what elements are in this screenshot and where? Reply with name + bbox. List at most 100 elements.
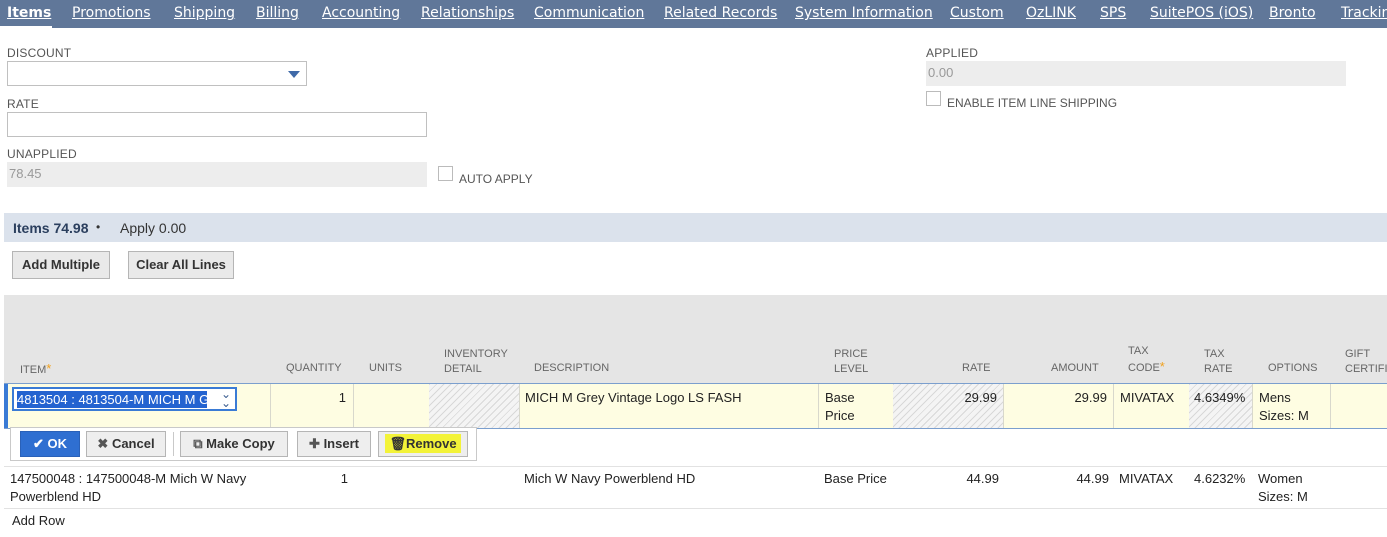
row-tax-code: MIVATAX <box>1119 471 1174 486</box>
col-description-header: DESCRIPTION <box>534 362 610 374</box>
col-item-text: ITEM <box>20 364 47 376</box>
tab-promotions[interactable]: Promotions <box>72 5 151 21</box>
col-amount-header: AMOUNT <box>1051 362 1099 374</box>
row-item-line1: 147500048 : 147500048-M Mich W Navy <box>10 471 247 486</box>
add-row[interactable]: Add Row <box>4 508 1387 537</box>
table-row[interactable]: 147500048 : 147500048-M Mich W Navy Power… <box>4 466 1387 509</box>
auto-apply-checkbox[interactable] <box>438 166 453 181</box>
ok-button[interactable]: ✔ OK <box>20 431 80 457</box>
make-copy-button[interactable]: ⧉ Make Copy <box>180 431 288 457</box>
clear-all-lines-button[interactable]: Clear All Lines <box>128 251 234 279</box>
tab-custom[interactable]: Custom <box>950 5 1004 21</box>
col-price-level-header: PRICE LEVEL <box>834 347 868 377</box>
col-divider <box>1113 384 1114 428</box>
insert-button[interactable]: ✚ Insert <box>297 431 371 457</box>
col-price-line1: PRICE <box>834 348 868 360</box>
col-divider <box>1003 384 1004 428</box>
edit-options-line2: Sizes: M <box>1259 408 1309 423</box>
enable-item-line-shipping-label: ENABLE ITEM LINE SHIPPING <box>947 96 1118 110</box>
edit-description[interactable]: MICH M Grey Vintage Logo LS FASH <box>525 389 742 407</box>
edit-tax-rate[interactable]: 4.6349% <box>1194 389 1245 407</box>
remove-label: Remove <box>405 436 457 451</box>
tab-items[interactable]: Items <box>7 5 51 21</box>
active-tab-indicator <box>0 26 52 28</box>
applied-label: APPLIED <box>926 46 979 60</box>
col-units-header: UNITS <box>369 362 402 374</box>
row-description: Mich W Navy Powerblend HD <box>524 471 696 486</box>
ok-label: OK <box>47 436 68 451</box>
x-icon: ✖ <box>97 436 109 451</box>
col-gift-line1: GIFT <box>1345 348 1371 360</box>
cancel-label: Cancel <box>111 436 155 451</box>
discount-label: DISCOUNT <box>7 46 72 60</box>
enable-item-line-shipping-checkbox[interactable] <box>926 91 941 106</box>
add-multiple-button[interactable]: Add Multiple <box>12 251 110 279</box>
discount-select[interactable] <box>7 61 307 86</box>
col-taxcode-line2: CODE <box>1128 362 1160 374</box>
edit-quantity[interactable]: 1 <box>284 389 346 407</box>
item-select-input[interactable]: 4813504 : 4813504-M MICH M Grey Vintage … <box>12 387 237 411</box>
required-mark: * <box>46 361 52 376</box>
tab-related-records[interactable]: Related Records <box>664 5 777 21</box>
row-options: Women Sizes: M <box>1258 470 1308 506</box>
row-tax-rate: 4.6232% <box>1194 471 1246 486</box>
tab-system-information[interactable]: System Information <box>795 5 933 21</box>
dropdown-arrow-icon <box>288 71 300 78</box>
col-item-header: ITEM* <box>20 361 51 378</box>
cancel-button[interactable]: ✖ Cancel <box>86 431 166 457</box>
rate-label: RATE <box>7 97 39 111</box>
col-tax-rate-header: TAX RATE <box>1204 347 1233 377</box>
auto-apply-label: AUTO APPLY <box>459 172 533 186</box>
col-divider <box>270 384 271 428</box>
tab-relationships[interactable]: Relationships <box>421 5 514 21</box>
col-inventory-detail-header: INVENTORY DETAIL <box>444 347 508 377</box>
row-options-line1: Women <box>1258 471 1303 486</box>
remove-button[interactable]: 🗑Remove <box>378 431 468 457</box>
tab-shipping[interactable]: Shipping <box>174 5 235 21</box>
col-gift-line2: CERTIFIC <box>1345 363 1387 375</box>
plus-icon: ✚ <box>309 436 320 451</box>
items-subtab-bar: Items 74.98 • Apply 0.00 <box>4 213 1387 242</box>
tab-accounting[interactable]: Accounting <box>322 5 400 21</box>
subtab-items[interactable]: Items 74.98 <box>13 220 89 236</box>
tab-sps[interactable]: SPS <box>1100 5 1126 21</box>
double-chevron-down-icon[interactable]: ⌄ ⌄ <box>221 388 231 409</box>
inventory-detail-cell[interactable] <box>429 384 519 428</box>
unapplied-label: UNAPPLIED <box>7 147 77 161</box>
add-row-label[interactable]: Add Row <box>12 512 65 530</box>
col-price-line2: LEVEL <box>834 363 869 375</box>
subtab-dot: • <box>96 220 101 234</box>
edit-options[interactable]: Mens Sizes: M <box>1259 389 1309 425</box>
edit-price-level-line2: Price <box>825 408 855 423</box>
col-taxrate-line1: TAX <box>1204 348 1225 360</box>
check-icon: ✔ <box>32 436 44 451</box>
col-inventory-line2: DETAIL <box>444 363 482 375</box>
tab-billing[interactable]: Billing <box>256 5 299 21</box>
tab-ozlink[interactable]: OzLINK <box>1026 5 1076 21</box>
insert-label: Insert <box>323 436 359 451</box>
tab-tracking[interactable]: Trackin <box>1341 5 1387 21</box>
col-rate-header: RATE <box>962 362 991 374</box>
edit-price-level[interactable]: Base Price <box>825 389 855 425</box>
col-taxcode-line1: TAX <box>1128 345 1149 357</box>
copy-icon: ⧉ <box>193 436 203 451</box>
record-tab-bar: Items Promotions Shipping Billing Accoun… <box>0 0 1387 28</box>
edit-tax-code[interactable]: MIVATAX <box>1120 389 1174 407</box>
subtab-apply[interactable]: Apply 0.00 <box>120 220 186 236</box>
col-gift-certificate-header: GIFT CERTIFIC <box>1345 347 1387 377</box>
applied-field: 0.00 <box>926 61 1346 86</box>
row-amount: 44.99 <box>1076 471 1109 486</box>
row-rate: 44.99 <box>966 471 999 486</box>
tab-communication[interactable]: Communication <box>534 5 644 21</box>
rate-input[interactable] <box>7 112 427 137</box>
unapplied-field: 78.45 <box>7 162 427 187</box>
tab-bronto[interactable]: Bronto <box>1269 5 1316 21</box>
col-divider <box>818 384 819 428</box>
edit-amount[interactable]: 29.99 <box>1009 389 1107 407</box>
item-selected-text: 4813504 : 4813504-M MICH M Grey Vintage … <box>17 391 207 408</box>
edit-options-line1: Mens <box>1259 390 1291 405</box>
trash-icon: 🗑 <box>389 436 406 451</box>
row-action-bar: ✔ OK ✖ Cancel ⧉ Make Copy ✚ Insert 🗑Remo… <box>10 427 477 461</box>
tab-suitepos[interactable]: SuitePOS (iOS) <box>1150 5 1253 21</box>
edit-rate[interactable]: 29.99 <box>904 389 997 407</box>
